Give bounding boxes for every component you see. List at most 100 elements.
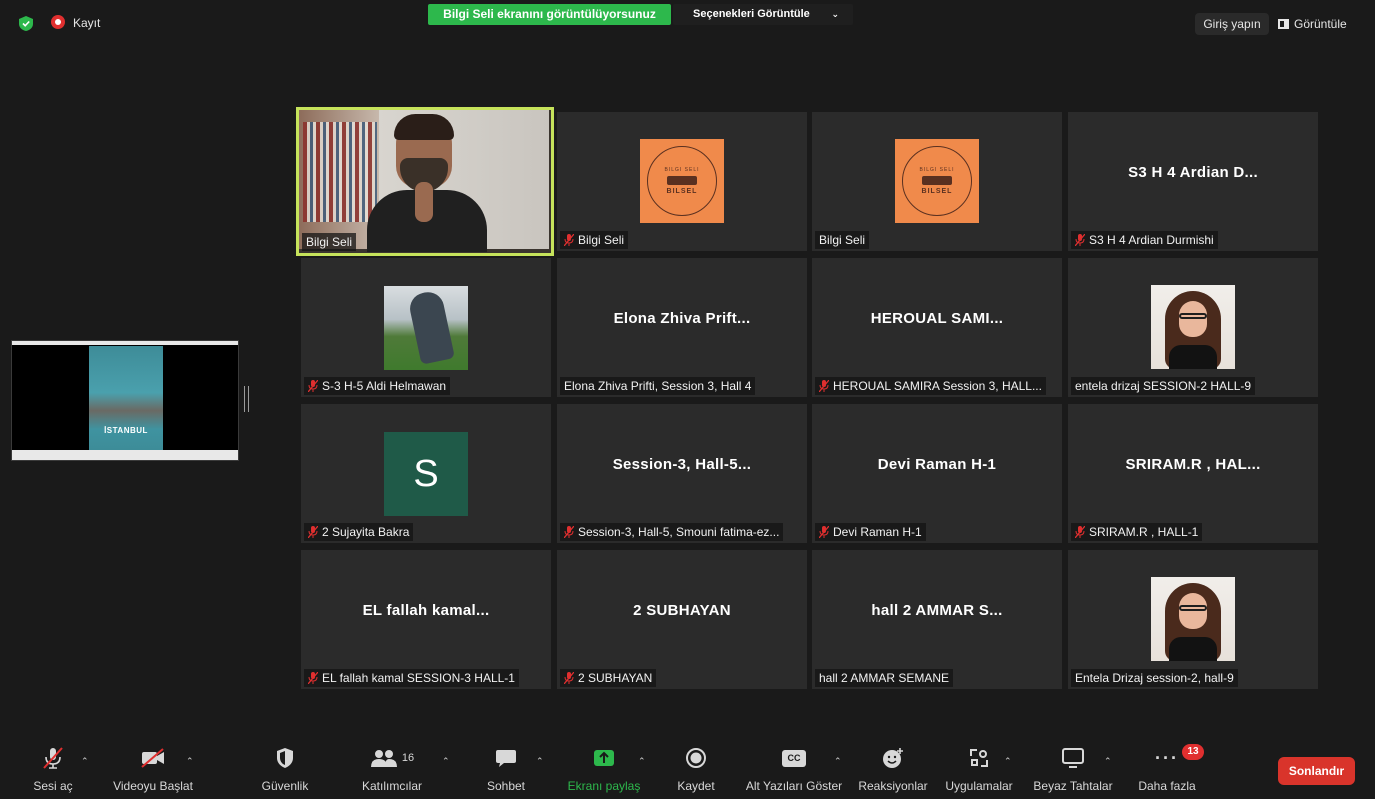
apps-button[interactable]: Uygulamalar — [942, 745, 1016, 797]
video-tile[interactable]: EL fallah kamal... EL fallah kamal SESSI… — [301, 550, 551, 689]
video-tile[interactable]: S 2 Sujayita Bakra — [301, 404, 551, 543]
participant-name: Devi Raman H-1 — [815, 523, 926, 541]
participant-big-name: hall 2 AMMAR S... — [871, 601, 1003, 619]
participant-big-name: EL fallah kamal... — [362, 601, 490, 619]
participant-name: Bilgi Seli — [302, 233, 357, 251]
video-tile[interactable]: Session-3, Hall-5... Session-3, Hall-5, … — [557, 404, 807, 543]
mic-muted-icon — [1075, 234, 1085, 246]
books — [303, 122, 377, 222]
conference-poster: İSTANBUL — [89, 346, 163, 450]
mic-muted-icon — [819, 380, 829, 392]
video-tile[interactable]: entela drizaj SESSION-2 HALL-9 — [1068, 258, 1318, 397]
chevron-up-icon[interactable]: ⌃ — [81, 756, 89, 767]
start-video-label: Videoyu Başlat — [113, 779, 193, 793]
view-button[interactable]: Görüntüle — [1278, 13, 1347, 35]
view-label: Görüntüle — [1294, 17, 1347, 31]
whiteboard-icon — [1062, 748, 1084, 768]
participants-icon — [370, 750, 397, 767]
participants-label: Katılımcılar — [361, 779, 422, 793]
chevron-up-icon[interactable]: ⌃ — [1104, 756, 1112, 767]
participant-name: SRIRAM.R , HALL-1 — [1071, 523, 1203, 541]
chevron-up-icon[interactable]: ⌃ — [834, 756, 842, 767]
view-options-button[interactable]: Seçenekleri Görüntüle ⌄ — [673, 4, 853, 25]
record-label: Kaydet — [677, 779, 715, 793]
participant-big-name: Devi Raman H-1 — [877, 455, 997, 473]
recording-icon[interactable] — [51, 15, 65, 29]
screen-share-banner: Bilgi Seli ekranını görüntülüyorsunuz — [428, 4, 671, 25]
record-button[interactable]: Kaydet — [672, 745, 720, 797]
participant-name: Bilgi Seli — [560, 231, 629, 249]
participant-name: 2 Sujayita Bakra — [304, 523, 414, 541]
end-meeting-button[interactable]: Sonlandır — [1278, 757, 1355, 785]
panel-resize-handle[interactable] — [244, 386, 249, 412]
participants-button[interactable]: 16 Katılımcılar — [352, 745, 432, 797]
signin-button[interactable]: Giriş yapın — [1195, 13, 1269, 35]
participant-big-name: Session-3, Hall-5... — [612, 455, 752, 473]
mic-muted-icon — [43, 747, 63, 769]
thumbnail-taskbar — [12, 450, 238, 460]
more-dots-icon: ··· — [1155, 748, 1179, 768]
chevron-up-icon[interactable]: ⌃ — [638, 756, 646, 767]
video-tile[interactable]: BILGI SELI BILSEL Bilgi Seli — [557, 112, 807, 251]
participant-name: HEROUAL SAMIRA Session 3, HALL... — [815, 377, 1046, 395]
participant-name: EL fallah kamal SESSION-3 HALL-1 — [304, 669, 519, 687]
start-video-button[interactable]: Videoyu Başlat — [105, 745, 201, 797]
speaker-hand — [415, 182, 433, 222]
participant-photo — [1151, 577, 1235, 661]
share-screen-button[interactable]: Ekranı paylaş — [564, 745, 644, 797]
participant-name: Entela Drizaj session-2, hall-9 — [1071, 669, 1238, 687]
video-tile[interactable]: BILGI SELI BILSEL Bilgi Seli — [812, 112, 1062, 251]
captions-button[interactable]: CC Alt Yazıları Göster — [744, 745, 844, 797]
participant-name: Elona Zhiva Prifti, Session 3, Hall 4 — [560, 377, 756, 395]
video-tile[interactable]: S-3 H-5 Aldi Helmawan — [301, 258, 551, 397]
notification-badge: 13 — [1182, 744, 1204, 760]
video-tile[interactable]: S3 H 4 Ardian D... S3 H 4 Ardian Durmish… — [1068, 112, 1318, 251]
chevron-up-icon[interactable]: ⌃ — [186, 756, 194, 767]
layout-icon — [1278, 19, 1289, 29]
video-tile[interactable]: Entela Drizaj session-2, hall-9 — [1068, 550, 1318, 689]
video-tile[interactable]: SRIRAM.R , HAL... SRIRAM.R , HALL-1 — [1068, 404, 1318, 543]
video-tile[interactable]: Devi Raman H-1 Devi Raman H-1 — [812, 404, 1062, 543]
logo-text-main: BILSEL — [921, 188, 953, 195]
video-tile[interactable]: HEROUAL SAMI... HEROUAL SAMIRA Session 3… — [812, 258, 1062, 397]
participant-name: hall 2 AMMAR SEMANE — [815, 669, 954, 687]
participant-name: S-3 H-5 Aldi Helmawan — [304, 377, 451, 395]
video-tile[interactable]: Elona Zhiva Prift... Elona Zhiva Prifti,… — [557, 258, 807, 397]
shared-screen-thumbnail[interactable]: İSTANBUL — [11, 340, 239, 461]
mic-muted-icon — [1075, 526, 1085, 538]
participant-count: 16 — [401, 752, 415, 764]
apps-icon — [970, 749, 988, 767]
chevron-up-icon[interactable]: ⌃ — [536, 756, 544, 767]
logo-text-main: BILSEL — [666, 188, 698, 195]
video-tile-active-speaker[interactable]: Bilgi Seli — [296, 107, 554, 256]
mic-muted-icon — [308, 526, 318, 538]
captions-label: Alt Yazıları Göster — [745, 779, 843, 793]
participant-big-name: 2 SUBHAYAN — [633, 601, 731, 619]
apps-label: Uygulamalar — [945, 779, 1013, 793]
participant-name: Bilgi Seli — [815, 231, 870, 249]
participant-name: 2 SUBHAYAN — [560, 669, 657, 687]
participant-name: S3 H 4 Ardian Durmishi — [1071, 231, 1218, 249]
mic-muted-icon — [564, 234, 574, 246]
top-bar: Kayıt Bilgi Seli ekranını görüntülüyorsu… — [0, 0, 1375, 46]
shield-icon — [277, 748, 293, 768]
logo-book-icon — [922, 176, 952, 185]
reactions-label: Reaksiyonlar — [858, 779, 928, 793]
bilsel-logo: BILGI SELI BILSEL — [895, 139, 979, 223]
meeting-toolbar: Sesi aç ⌃ Videoyu Başlat ⌃ Güvenlik 16 K… — [0, 741, 1375, 799]
reactions-button[interactable]: Reaksiyonlar — [856, 745, 930, 797]
chat-button[interactable]: Sohbet — [482, 745, 530, 797]
participant-name: Session-3, Hall-5, Smouni fatima-ez... — [560, 523, 784, 541]
encryption-shield-icon[interactable] — [19, 16, 33, 31]
chevron-up-icon[interactable]: ⌃ — [1004, 756, 1012, 767]
video-tile[interactable]: hall 2 AMMAR S... hall 2 AMMAR SEMANE — [812, 550, 1062, 689]
video-tile[interactable]: 2 SUBHAYAN 2 SUBHAYAN — [557, 550, 807, 689]
chat-label: Sohbet — [486, 779, 526, 793]
whiteboards-button[interactable]: Beyaz Tahtalar — [1030, 745, 1116, 797]
security-button[interactable]: Güvenlik — [254, 745, 316, 797]
unmute-button[interactable]: Sesi aç — [30, 745, 76, 797]
mic-muted-icon — [308, 672, 318, 684]
whiteboards-label: Beyaz Tahtalar — [1033, 779, 1113, 793]
chevron-up-icon[interactable]: ⌃ — [442, 756, 450, 767]
participant-photo — [1151, 285, 1235, 369]
